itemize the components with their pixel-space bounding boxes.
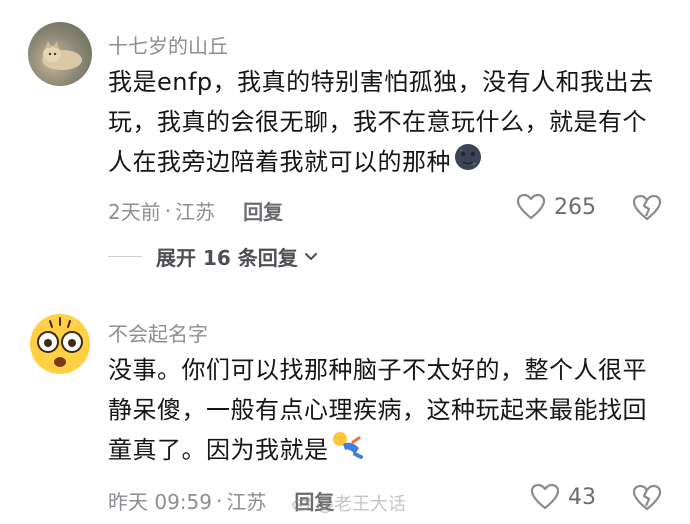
watermark-text: @老王大话 xyxy=(316,494,406,515)
comment-time: 昨天 09:59 xyxy=(108,490,212,514)
comment-text: 没事。你们可以找那种脑子不太好的，整个人很平静呆傻，一般有点心理疾病，这种玩起来… xyxy=(108,350,668,472)
heart-icon xyxy=(530,483,560,510)
watermark: @老王大话 xyxy=(292,490,406,516)
like-button[interactable]: 43 xyxy=(530,483,596,511)
dislike-button[interactable] xyxy=(632,484,662,516)
comment-text-content: 没事。你们可以找那种脑子不太好的，整个人很平静呆傻，一般有点心理疾病，这种玩起来… xyxy=(108,356,647,464)
rolling-person-emoji-icon xyxy=(331,430,365,472)
like-count: 43 xyxy=(568,484,596,510)
shocked-face-emoji-avatar-icon xyxy=(30,314,90,374)
weibo-logo-icon xyxy=(292,496,311,511)
comment-location: 江苏 xyxy=(226,490,267,514)
comment-2: 不会起名字 没事。你们可以找那种脑子不太好的，整个人很平静呆傻，一般有点心理疾病… xyxy=(0,0,690,524)
username[interactable]: 不会起名字 xyxy=(108,318,208,347)
meta-separator: · xyxy=(216,488,223,513)
broken-heart-icon xyxy=(632,484,662,511)
avatar[interactable] xyxy=(28,312,92,376)
